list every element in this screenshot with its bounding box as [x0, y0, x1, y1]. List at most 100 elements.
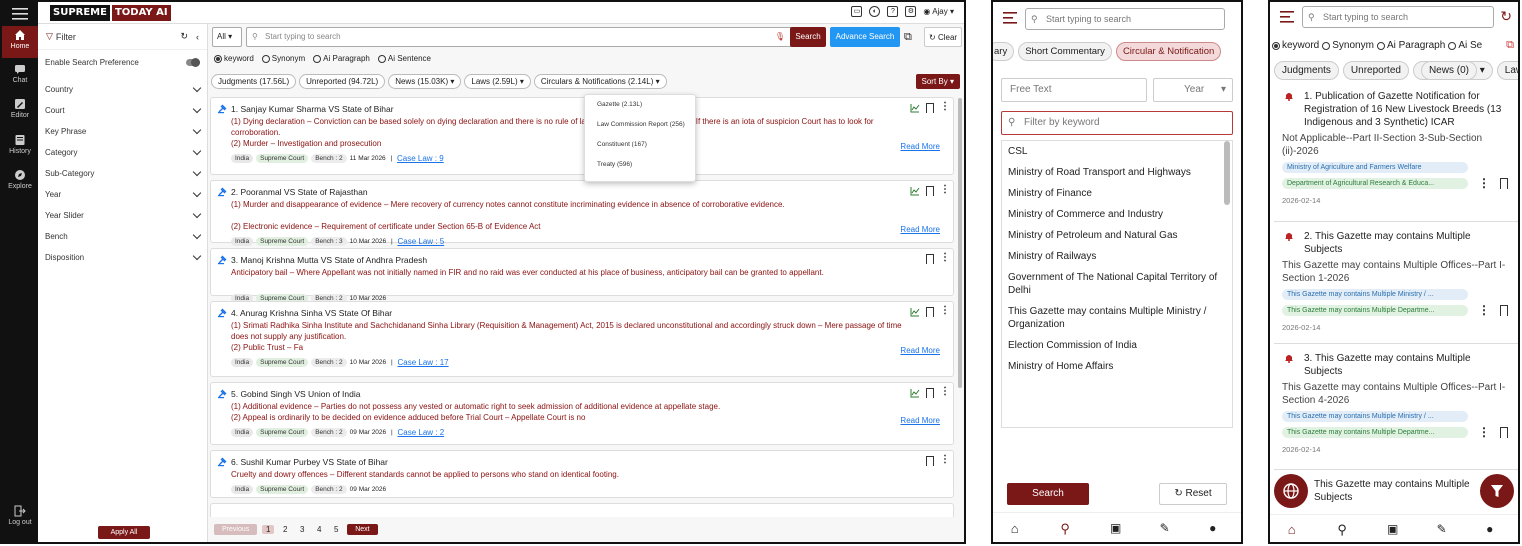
tab-circulars[interactable]: Circulars & Notifications (2.14L) ▾	[533, 74, 667, 89]
case-law-link[interactable]: Case Law : 5	[397, 237, 444, 246]
chip-news[interactable]: News (0) ▾	[1412, 61, 1493, 80]
nav-home[interactable]: Home	[2, 26, 38, 58]
profile-icon[interactable]: ●	[1486, 522, 1500, 536]
chat-icon[interactable]: ▣	[1110, 521, 1124, 535]
page-4[interactable]: 4	[313, 525, 325, 534]
result-title[interactable]: 1. Sanjay Kumar Sharma VS State of Bihar	[231, 104, 394, 114]
gazette-item[interactable]: 2. This Gazette may contains Multiple Su…	[1274, 222, 1518, 344]
filter-item[interactable]: Year	[38, 184, 207, 205]
read-more-link[interactable]: Read More	[900, 416, 940, 425]
gazette-item[interactable]: 3. This Gazette may contains Multiple Su…	[1274, 344, 1518, 470]
organization-item[interactable]: Ministry of Finance	[1002, 183, 1232, 204]
tab-unreported[interactable]: Unreported (94.72L)	[299, 74, 386, 89]
mode-ai-paragraph[interactable]: Ai Paragraph	[1376, 40, 1445, 51]
chart-icon[interactable]	[910, 103, 920, 113]
enable-pref-toggle[interactable]	[186, 58, 200, 67]
dropdown-constituent[interactable]: Constituent (167)	[585, 135, 695, 155]
organization-item[interactable]: Ministry of Petroleum and Natural Gas	[1002, 225, 1232, 246]
chip-judgments[interactable]: Judgments	[1274, 61, 1339, 80]
mode-ai-sentence[interactable]: Ai Se	[1448, 40, 1482, 51]
result-title[interactable]: 3. Manoj Krishna Mutta VS State of Andhr…	[231, 255, 427, 265]
page-5[interactable]: 5	[330, 525, 342, 534]
result-title[interactable]: 5. Gobind Singh VS Union of India	[231, 389, 360, 399]
results-scrollbar[interactable]	[958, 98, 962, 388]
result-title[interactable]: 6. Sushil Kumar Purbey VS State of Bihar	[231, 457, 388, 467]
result-card[interactable]: 1. Sanjay Kumar Sharma VS State of Bihar…	[210, 97, 954, 175]
next-button[interactable]: Next	[347, 524, 378, 535]
read-more-link[interactable]: Read More	[900, 346, 940, 355]
chip-unreported[interactable]: Unreported	[1342, 61, 1409, 80]
help-icon[interactable]: ?	[887, 6, 899, 17]
more-icon[interactable]: ⋮	[940, 253, 950, 264]
mic-icon[interactable]: 🎙	[775, 28, 785, 46]
menu-icon[interactable]	[12, 8, 28, 20]
free-text-input[interactable]: Free Text	[1001, 78, 1147, 102]
result-card[interactable]: 6. Sushil Kumar Purbey VS State of Bihar…	[210, 450, 954, 498]
previous-button[interactable]: Previous	[214, 524, 258, 535]
gazette-item[interactable]: 1. Publication of Gazette Notification f…	[1274, 82, 1518, 222]
keyword-filter-input[interactable]: ⚲ Filter by keyword	[1001, 111, 1233, 135]
dropdown-gazette[interactable]: Gazette (2.13L)	[585, 95, 695, 115]
filter-item[interactable]: Bench	[38, 226, 207, 247]
result-card[interactable]: 5. Gobind Singh VS Union of India (1) Add…	[210, 382, 954, 445]
tab-news[interactable]: News (15.03K) ▾	[388, 74, 462, 89]
page-2[interactable]: 2	[279, 525, 291, 534]
editor-icon[interactable]: ✎	[1160, 521, 1174, 535]
bookmark-icon[interactable]	[926, 103, 934, 113]
user-menu[interactable]: ◉ Ajay ▾	[923, 7, 954, 16]
theme-icon[interactable]: ◐	[869, 6, 881, 17]
apply-all-button[interactable]: Apply All	[98, 526, 150, 539]
search-button[interactable]: Search	[790, 27, 826, 47]
chip-short-commentary[interactable]: Short Commentary	[1018, 42, 1112, 61]
dropdown-law-commission[interactable]: Law Commission Report (256)	[585, 115, 695, 135]
organization-item[interactable]: Ministry of Railways	[1002, 246, 1232, 267]
bookmark-icon[interactable]	[1500, 427, 1508, 438]
filter-fab[interactable]	[1480, 474, 1514, 508]
more-icon[interactable]: ⋮	[940, 306, 950, 317]
editor-icon[interactable]: ✎	[1437, 522, 1451, 536]
bookmark-icon[interactable]	[926, 186, 934, 196]
read-more-link[interactable]: Read More	[900, 142, 940, 151]
advance-search-button[interactable]: Advance Search	[830, 27, 900, 47]
filter-toggle-icon[interactable]: ⧉	[1506, 39, 1514, 52]
organization-item[interactable]: CSL	[1002, 141, 1232, 162]
nav-history[interactable]: History	[2, 131, 38, 163]
more-icon[interactable]: ⋮	[940, 102, 950, 113]
organization-scrollbar[interactable]	[1224, 141, 1230, 205]
tab-judgments[interactable]: Judgments (17.56L)	[211, 74, 297, 89]
app-logo[interactable]: SUPREME TODAY AI	[50, 5, 171, 21]
more-icon[interactable]: ⋮	[1478, 303, 1490, 317]
mobile-search-input[interactable]: ⚲ Start typing to search	[1302, 6, 1494, 28]
filter-item[interactable]: Court	[38, 100, 207, 121]
result-card[interactable]: 3. Manoj Krishna Mutta VS State of Andhr…	[210, 248, 954, 303]
tab-laws[interactable]: Laws (2.59L) ▾	[464, 74, 531, 89]
sort-by-button[interactable]: Sort By ▾	[915, 74, 960, 89]
settings-icon[interactable]: ⚙	[905, 6, 917, 17]
chart-icon[interactable]	[910, 186, 920, 196]
filter-item[interactable]: Sub-Category	[38, 163, 207, 184]
result-card[interactable]: 4. Anurag Krishna Sinha VS State Of Biha…	[210, 301, 954, 377]
filter-item[interactable]: Key Phrase	[38, 121, 207, 142]
profile-icon[interactable]: ●	[1209, 521, 1223, 535]
mode-ai-sentence[interactable]: Ai Sentence	[377, 54, 431, 63]
read-more-link[interactable]: Read More	[900, 225, 940, 234]
bookmark-icon[interactable]	[926, 254, 934, 264]
translate-icon[interactable]: ⧉	[904, 27, 920, 47]
result-title[interactable]: 4. Anurag Krishna Sinha VS State Of Biha…	[231, 308, 392, 318]
home-icon[interactable]: ⌂	[1011, 521, 1025, 536]
filter-item[interactable]: Year Slider	[38, 205, 207, 226]
chip-partial[interactable]: ary	[993, 42, 1015, 61]
menu-icon[interactable]	[1003, 12, 1017, 24]
search-icon[interactable]: ⚲	[1337, 522, 1351, 537]
organization-item[interactable]: Ministry of Commerce and Industry	[1002, 204, 1232, 225]
mode-ai-paragraph[interactable]: Ai Paragraph	[313, 54, 370, 63]
bookmark-icon[interactable]	[926, 307, 934, 317]
chip-circular-notification[interactable]: Circular & Notification	[1115, 42, 1222, 61]
bookmark-icon[interactable]	[1500, 178, 1508, 189]
collapse-icon[interactable]: ‹	[196, 32, 199, 42]
case-law-link[interactable]: Case Law : 9	[397, 154, 444, 163]
nav-chat[interactable]: Chat	[2, 60, 38, 92]
mode-synonym[interactable]: Synonym	[1322, 40, 1374, 51]
chart-icon[interactable]	[910, 388, 920, 398]
more-icon[interactable]: ⋮	[940, 387, 950, 398]
